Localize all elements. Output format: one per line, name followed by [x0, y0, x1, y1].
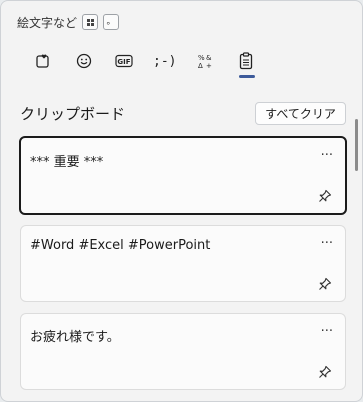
svg-text:&: &	[206, 54, 212, 62]
more-options-button[interactable]: ···	[321, 236, 333, 251]
clipboard-item[interactable]: *** 重要 *** ···	[19, 136, 347, 215]
clipboard-item-text: #Word #Excel #PowerPoint	[30, 238, 211, 253]
gif-icon: GIF	[115, 54, 133, 68]
category-tabs: GIF ;-) % & Δ +	[23, 49, 267, 78]
pin-icon[interactable]	[318, 189, 332, 203]
panel-title: 絵文字など	[17, 15, 78, 30]
symbols-icon: % & Δ +	[198, 54, 212, 69]
kaomoji-icon: ;-)	[153, 53, 177, 69]
tab-gif[interactable]: GIF	[104, 49, 145, 73]
scrollbar-thumb[interactable]	[355, 119, 358, 171]
grid-icon	[86, 18, 94, 26]
emoji-panel: 絵文字など 。 GIF ;-) % & Δ + クリップボード すべてクリア *…	[0, 0, 363, 402]
tab-smiley[interactable]	[64, 49, 105, 73]
smiley-icon	[76, 53, 91, 69]
tab-kaomoji[interactable]: ;-)	[145, 49, 186, 73]
clipboard-item[interactable]: #Word #Excel #PowerPoint ···	[20, 225, 346, 302]
more-options-button[interactable]: ···	[321, 148, 333, 163]
clear-all-button[interactable]: すべてクリア	[255, 102, 346, 125]
tab-clipboard[interactable]	[226, 49, 267, 78]
pin-icon[interactable]	[318, 365, 332, 379]
punctuation-button[interactable]: 。	[103, 14, 120, 30]
clipboard-item-text: *** 重要 ***	[30, 155, 104, 170]
tab-emoji[interactable]	[23, 49, 64, 73]
layout-toggle-button[interactable]	[82, 14, 99, 30]
pin-icon[interactable]	[318, 277, 332, 291]
clipboard-icon	[239, 52, 252, 70]
svg-text:GIF: GIF	[118, 58, 131, 66]
svg-text:%: %	[198, 54, 205, 62]
clipboard-heading: クリップボード	[20, 105, 126, 123]
panel-header: 絵文字など 。	[17, 12, 120, 32]
more-options-button[interactable]: ···	[321, 324, 333, 339]
tab-symbols[interactable]: % & Δ +	[185, 49, 226, 73]
svg-text:Δ: Δ	[198, 62, 203, 69]
clipboard-item-text: お疲れ様です。	[30, 330, 120, 345]
clipboard-item[interactable]: お疲れ様です。 ···	[20, 313, 346, 390]
svg-text:+: +	[206, 62, 212, 69]
heart-emoji-icon	[36, 54, 49, 68]
